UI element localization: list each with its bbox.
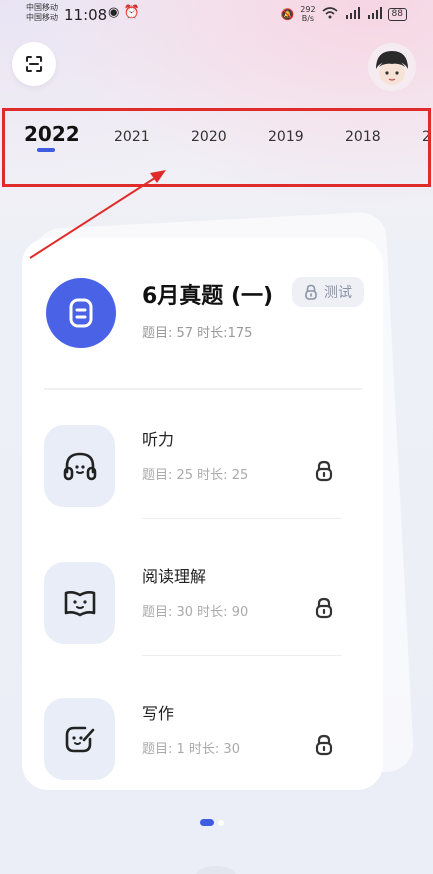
section-title-reading[interactable]: 阅读理解: [142, 563, 206, 587]
signal-icon-1: [344, 6, 360, 22]
page-indicator: [200, 819, 224, 826]
status-time: 11:08: [64, 6, 108, 24]
exam-title: 6月真题 (一): [142, 284, 274, 309]
card-divider: [44, 388, 362, 390]
mute-bell-icon: 🔕: [280, 7, 295, 21]
section-divider: [142, 518, 342, 519]
lock-icon: [315, 734, 333, 756]
speed-value: 292: [300, 5, 316, 14]
scan-button[interactable]: [12, 42, 56, 86]
section-meta-listening: 题目: 25 时长: 25: [142, 468, 249, 483]
status-bar: 中国移动 中国移动 11:08 ◉ ⏰ 🔕 292 B/s 88: [0, 0, 433, 30]
year-tab-bar: [0, 106, 433, 186]
test-button[interactable]: 测试: [292, 277, 364, 307]
section-divider: [142, 655, 342, 656]
test-button-label: 测试: [324, 285, 352, 301]
status-right-icons: 🔕 292 B/s 88: [281, 5, 407, 23]
status-left-icons: ◉ ⏰: [108, 5, 140, 20]
active-year-indicator: [37, 148, 55, 152]
section-meta-writing: 题目: 1 时长: 30: [142, 742, 240, 757]
carrier-info: 中国移动 中国移动: [26, 3, 58, 23]
section-title-writing[interactable]: 写作: [142, 700, 174, 724]
exam-icon-button[interactable]: [46, 278, 116, 348]
scan-icon: [26, 56, 42, 72]
section-reading-icon-tile[interactable]: [44, 562, 115, 644]
year-tab[interactable]: 2020: [191, 129, 227, 145]
year-tab[interactable]: 2021: [114, 129, 150, 145]
year-tab-active[interactable]: 2022: [24, 122, 80, 146]
section-writing-icon-tile[interactable]: [44, 698, 115, 780]
book-face-icon: [64, 591, 95, 617]
headphones-icon: [63, 452, 96, 481]
bottom-handle: [196, 866, 236, 874]
carrier-2: 中国移动: [26, 13, 58, 22]
wifi-icon: [322, 6, 338, 22]
write-face-icon: [65, 726, 94, 753]
section-title-listening[interactable]: 听力: [142, 426, 174, 450]
document-icon: [69, 298, 93, 328]
year-tab[interactable]: 2019: [268, 129, 304, 145]
carrier-1: 中国移动: [26, 3, 58, 12]
alarm-icon: ⏰: [123, 5, 140, 20]
speed-unit: B/s: [301, 14, 315, 23]
year-tab-partial[interactable]: 2: [422, 129, 431, 145]
lock-icon: [305, 284, 317, 300]
lock-icon: [315, 597, 333, 619]
signal-icon-2: [366, 6, 382, 22]
battery-icon: 88: [387, 7, 407, 21]
section-meta-reading: 题目: 30 时长: 90: [142, 605, 249, 620]
exam-meta: 题目: 57 时长:175: [142, 326, 253, 341]
page-dot: [218, 819, 224, 826]
lock-icon: [315, 460, 333, 482]
eye-icon: ◉: [108, 5, 120, 20]
avatar-illustration: [368, 43, 416, 91]
user-avatar[interactable]: [368, 43, 416, 91]
section-listening-icon-tile[interactable]: [44, 425, 115, 507]
year-tab[interactable]: 2018: [345, 129, 381, 145]
page-dot-active: [200, 819, 214, 826]
network-speed: 292 B/s: [300, 5, 315, 23]
